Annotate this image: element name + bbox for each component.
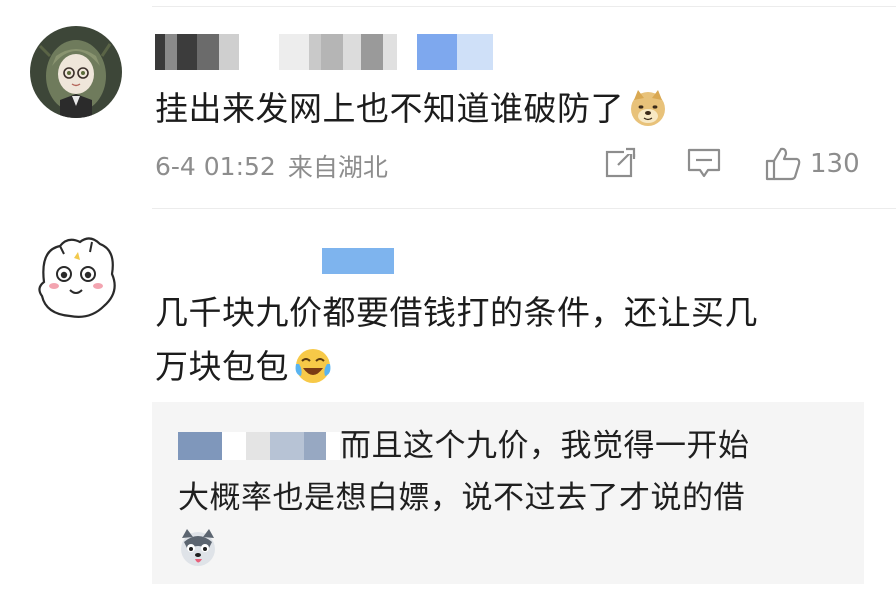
reply-preview[interactable]: 而且这个九价，我觉得一开始 大概率也是想白嫖，说不过去了才说的借 — [152, 402, 864, 584]
reply-line-1: 而且这个九价，我觉得一开始 — [178, 420, 858, 472]
share-button[interactable] — [604, 146, 638, 180]
reply-line-3 — [178, 524, 858, 576]
like-count: 130 — [810, 149, 860, 179]
comment-body-line-2-text: 万块包包 — [155, 347, 289, 386]
comment-icon — [687, 148, 721, 178]
laugh-cry-emoji-icon — [293, 346, 333, 386]
top-divider — [152, 6, 896, 7]
comment-text: 挂出来发网上也不知道谁破防了 — [155, 82, 668, 136]
reply-username-blurred[interactable] — [178, 424, 340, 460]
comment-timestamp: 6-4 01:52 — [155, 151, 276, 181]
like-button[interactable]: 130 — [764, 146, 860, 182]
comment-meta: 6-4 01:52 来自湖北 — [155, 148, 388, 184]
comment-body-line-1: 几千块九价都要借钱打的条件，还让买几 — [155, 293, 758, 332]
comment-location: 来自湖北 — [287, 153, 388, 182]
anime-girl-avatar-image — [30, 26, 122, 118]
husky-emoji-icon — [178, 528, 218, 568]
reply-text: 而且这个九价，我觉得一开始 大概率也是想白嫖，说不过去了才说的借 — [178, 420, 858, 576]
username-blurred[interactable] — [322, 248, 394, 274]
avatar[interactable] — [30, 230, 122, 322]
doge-emoji-icon — [628, 88, 668, 128]
comment-divider — [152, 208, 896, 209]
cartoon-cat-avatar-image — [30, 230, 122, 322]
thumbs-up-icon — [765, 147, 801, 181]
comment-button[interactable] — [686, 146, 722, 180]
reply-line-1-text: 而且这个九价，我觉得一开始 — [340, 428, 750, 464]
comment-body-line-2: 万块包包 — [155, 340, 758, 394]
avatar[interactable] — [30, 26, 122, 118]
username-blurred[interactable] — [155, 34, 493, 70]
comment-body: 挂出来发网上也不知道谁破防了 — [155, 89, 624, 128]
share-icon — [605, 146, 638, 178]
reply-line-2: 大概率也是想白嫖，说不过去了才说的借 — [178, 480, 745, 516]
comment-text: 几千块九价都要借钱打的条件，还让买几 万块包包 — [155, 286, 758, 394]
